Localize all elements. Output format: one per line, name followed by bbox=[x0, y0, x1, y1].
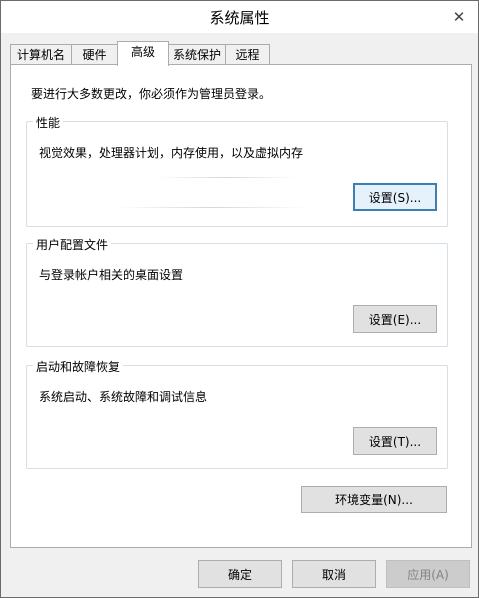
system-properties-window: 系统属性 ✕ 计算机名 硬件 高级 系统保护 远程 要进行大多数更改，你必须作为… bbox=[0, 0, 479, 598]
admin-note: 要进行大多数更改，你必须作为管理员登录。 bbox=[31, 87, 272, 101]
tab-remote[interactable]: 远程 bbox=[225, 44, 270, 65]
divider bbox=[117, 207, 307, 208]
tab-computer-name[interactable]: 计算机名 bbox=[10, 44, 72, 65]
startup-recovery-group: 启动和故障恢复 系统启动、系统故障和调试信息 设置(T)... bbox=[26, 358, 448, 469]
user-profiles-group-label: 用户配置文件 bbox=[33, 236, 112, 253]
cancel-button[interactable]: 取消 bbox=[292, 560, 376, 588]
ok-button[interactable]: 确定 bbox=[198, 560, 282, 588]
tab-advanced[interactable]: 高级 bbox=[117, 41, 169, 66]
performance-description: 视觉效果，处理器计划，内存使用，以及虚拟内存 bbox=[39, 146, 304, 160]
divider bbox=[157, 177, 297, 178]
title-bar[interactable]: 系统属性 ✕ bbox=[1, 1, 478, 33]
user-profiles-settings-button[interactable]: 设置(E)... bbox=[353, 305, 437, 333]
tab-strip: 计算机名 硬件 高级 系统保护 远程 bbox=[10, 41, 472, 66]
user-profiles-group: 用户配置文件 与登录帐户相关的桌面设置 设置(E)... bbox=[26, 236, 448, 347]
performance-group: 性能 视觉效果，处理器计划，内存使用，以及虚拟内存 设置(S)... bbox=[26, 114, 448, 227]
close-icon[interactable]: ✕ bbox=[448, 6, 470, 28]
advanced-tab-panel: 要进行大多数更改，你必须作为管理员登录。 性能 视觉效果，处理器计划，内存使用，… bbox=[10, 64, 472, 548]
window-title: 系统属性 bbox=[209, 9, 270, 27]
startup-recovery-group-label: 启动和故障恢复 bbox=[33, 358, 124, 375]
environment-variables-button[interactable]: 环境变量(N)... bbox=[301, 486, 447, 513]
performance-group-label: 性能 bbox=[33, 114, 64, 131]
user-profiles-description: 与登录帐户相关的桌面设置 bbox=[39, 268, 184, 282]
startup-recovery-description: 系统启动、系统故障和调试信息 bbox=[39, 390, 208, 404]
performance-settings-button[interactable]: 设置(S)... bbox=[353, 183, 437, 211]
tab-system-protection[interactable]: 系统保护 bbox=[168, 44, 226, 65]
startup-recovery-settings-button[interactable]: 设置(T)... bbox=[353, 427, 437, 455]
apply-button[interactable]: 应用(A) bbox=[386, 560, 470, 588]
tab-hardware[interactable]: 硬件 bbox=[71, 44, 118, 65]
